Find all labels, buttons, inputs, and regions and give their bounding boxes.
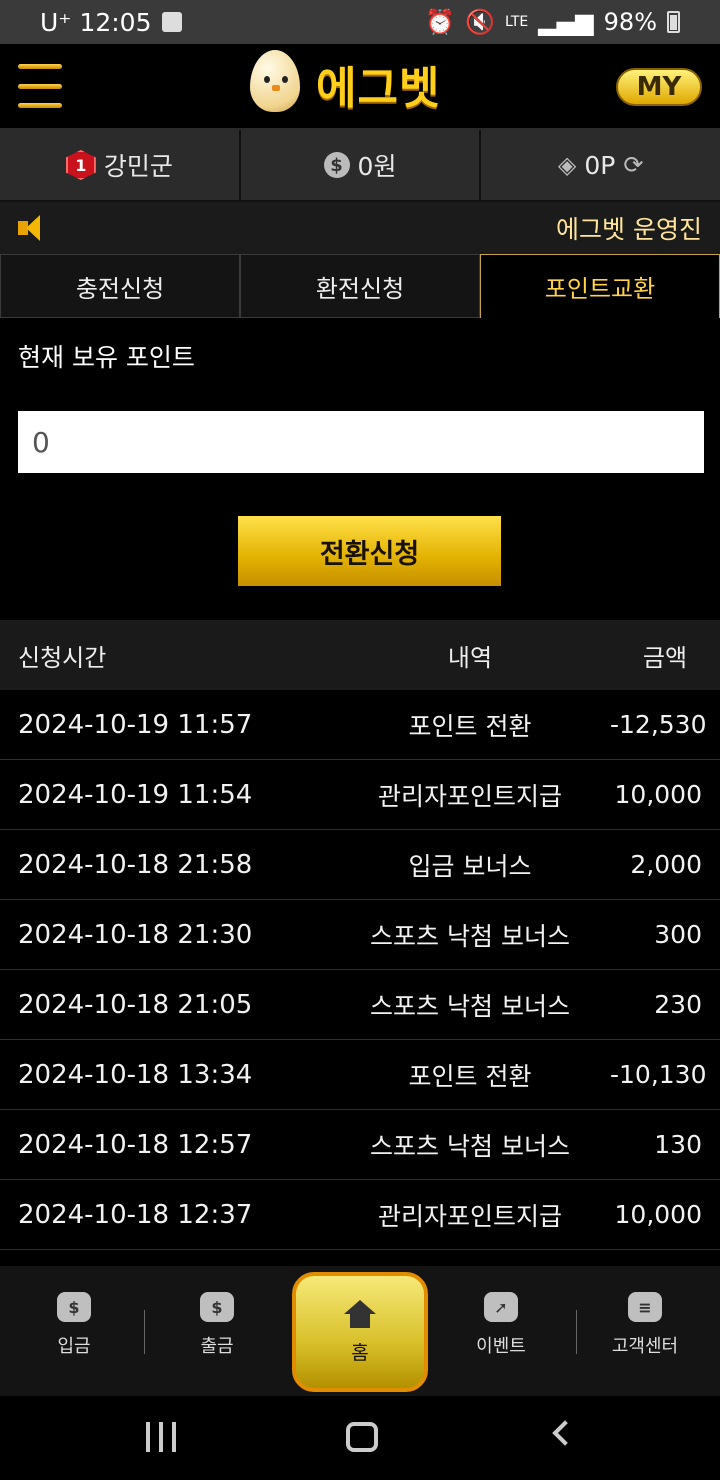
row-amount: 230 <box>654 990 702 1019</box>
header-description: 내역 <box>447 643 493 672</box>
table-row: 2024-10-18 21:30 스포츠 낙첨 보너스 300 <box>0 900 720 970</box>
row-description: 입금 보너스 <box>408 851 532 881</box>
row-description: 포인트 전환 <box>408 1061 532 1091</box>
my-button[interactable]: MY <box>616 68 702 106</box>
table-row: 2024-10-19 11:54 관리자포인트지급 10,000 <box>0 760 720 830</box>
diamond-icon: ◈ <box>557 151 577 179</box>
table-row: 2024-10-18 21:05 스포츠 낙첨 보너스 230 <box>0 970 720 1040</box>
recent-apps-icon[interactable] <box>146 1422 176 1452</box>
status-bar: U⁺ 12:05 ⏰ 🔇 LTE ▂▄▆ 98% <box>0 0 720 44</box>
row-date: 2024-10-18 21:30 <box>18 919 253 950</box>
row-date: 2024-10-18 12:37 <box>18 1199 253 1230</box>
row-amount: 2,000 <box>630 850 702 879</box>
tab-withdraw-request[interactable]: 환전신청 <box>240 254 480 318</box>
row-date: 2024-10-18 12:57 <box>18 1129 253 1160</box>
row-amount: -12,530 <box>610 710 707 739</box>
table-row: 2024-10-18 12:37 관리자포인트지급 10,000 <box>0 1180 720 1250</box>
egg-mascot-icon <box>246 48 304 120</box>
history-table-header: 신청시간 내역 금액 <box>0 620 720 690</box>
system-home-icon[interactable] <box>346 1422 378 1452</box>
row-date: 2024-10-18 21:05 <box>18 989 253 1020</box>
header-request-time: 신청시간 <box>18 643 107 672</box>
header-amount: 금액 <box>642 643 688 672</box>
row-amount: -10,130 <box>610 1060 707 1089</box>
tab-deposit-request[interactable]: 충전신청 <box>0 254 240 318</box>
table-row: 2024-10-18 13:34 포인트 전환 -10,130 <box>0 1040 720 1110</box>
gallery-icon <box>161 12 182 32</box>
nav-support-label: 고객센터 <box>611 1336 679 1357</box>
chat-bubble-icon: ≡ <box>628 1292 662 1322</box>
row-date: 2024-10-19 11:57 <box>18 709 253 740</box>
user-profile[interactable]: 1 강민군 <box>0 130 241 200</box>
money-balance[interactable]: $ 0원 <box>241 130 482 200</box>
history-table-body: 2024-10-19 11:57 포인트 전환 -12,530 2024-10-… <box>0 690 720 1252</box>
battery-percent: 98% <box>603 8 657 36</box>
level-badge-icon: 1 <box>65 150 96 180</box>
current-points-field[interactable]: 0 <box>18 411 704 473</box>
coin-icon: $ <box>323 152 350 178</box>
nav-home-label: 홈 <box>351 1341 369 1364</box>
hamburger-menu-button[interactable] <box>18 64 62 108</box>
row-description: 관리자포인트지급 <box>377 1201 562 1231</box>
row-date: 2024-10-18 21:58 <box>18 849 253 880</box>
battery-icon <box>667 11 680 33</box>
notice-bar[interactable]: 에그벳 운영진 <box>0 202 720 254</box>
row-amount: 10,000 <box>614 1200 702 1229</box>
nav-home[interactable]: 홈 <box>292 1272 428 1392</box>
nav-event-label: 이벤트 <box>476 1336 526 1357</box>
nav-divider <box>576 1310 577 1354</box>
back-icon[interactable] <box>552 1420 578 1446</box>
network-label: LTE <box>505 14 529 30</box>
table-row: 2024-10-18 12:57 스포츠 낙첨 보너스 130 <box>0 1110 720 1180</box>
row-amount: 130 <box>654 1130 702 1159</box>
logo[interactable]: 에그벳 <box>246 48 440 120</box>
nav-event[interactable]: ➚ 이벤트 <box>441 1292 561 1358</box>
tab-point-exchange[interactable]: 포인트교환 <box>480 254 720 318</box>
table-row: 2024-10-18 21:58 입금 보너스 2,000 <box>0 830 720 900</box>
deposit-coin-icon: $ <box>57 1292 91 1322</box>
system-navigation-bar <box>0 1396 720 1480</box>
nav-deposit[interactable]: $ 입금 <box>14 1292 134 1358</box>
current-points-label: 현재 보유 포인트 <box>18 343 195 372</box>
row-amount: 10,000 <box>614 780 702 809</box>
row-date: 2024-10-19 11:54 <box>18 779 253 810</box>
alarm-icon: ⏰ <box>425 8 456 36</box>
logo-text: 에그벳 <box>316 63 441 114</box>
row-description: 포인트 전환 <box>408 711 532 741</box>
nav-deposit-label: 입금 <box>57 1336 91 1357</box>
row-description: 관리자포인트지급 <box>377 781 562 811</box>
username: 강민군 <box>103 152 173 181</box>
bottom-navigation: $ 입금 $ 출금 홈 ➚ 이벤트 ≡ 고객센터 <box>0 1266 720 1396</box>
row-date: 2024-10-18 13:34 <box>18 1059 253 1090</box>
point-balance[interactable]: ◈ 0P ⟳ <box>481 130 720 200</box>
briefcase-icon: $ <box>200 1292 234 1322</box>
nav-withdraw[interactable]: $ 출금 <box>157 1292 277 1358</box>
convert-request-button[interactable]: 전환신청 <box>238 516 501 586</box>
mute-icon: 🔇 <box>465 8 495 36</box>
home-icon <box>344 1299 376 1328</box>
signal-icon: ▂▄▆ <box>538 8 594 36</box>
row-amount: 300 <box>654 920 702 949</box>
nav-withdraw-label: 출금 <box>200 1336 234 1357</box>
refresh-icon[interactable]: ⟳ <box>623 151 643 179</box>
notice-text: 에그벳 운영진 <box>556 215 702 244</box>
table-row: 2024-10-19 11:57 포인트 전환 -12,530 <box>0 690 720 760</box>
status-carrier-time: U⁺ 12:05 <box>40 7 152 37</box>
row-description: 스포츠 낙첨 보너스 <box>370 921 570 951</box>
tab-bar: 충전신청 환전신청 포인트교환 <box>0 254 720 318</box>
app-header: 에그벳 MY <box>0 44 720 130</box>
row-description: 스포츠 낙첨 보너스 <box>370 1131 570 1161</box>
user-info-bar: 1 강민군 $ 0원 ◈ 0P ⟳ <box>0 130 720 202</box>
speaker-icon <box>18 213 52 243</box>
nav-support[interactable]: ≡ 고객센터 <box>585 1292 705 1358</box>
row-description: 스포츠 낙첨 보너스 <box>370 991 570 1021</box>
rocket-icon: ➚ <box>484 1292 518 1322</box>
point-value: 0P <box>584 150 616 180</box>
nav-divider <box>144 1310 145 1354</box>
money-value: 0원 <box>357 152 397 181</box>
